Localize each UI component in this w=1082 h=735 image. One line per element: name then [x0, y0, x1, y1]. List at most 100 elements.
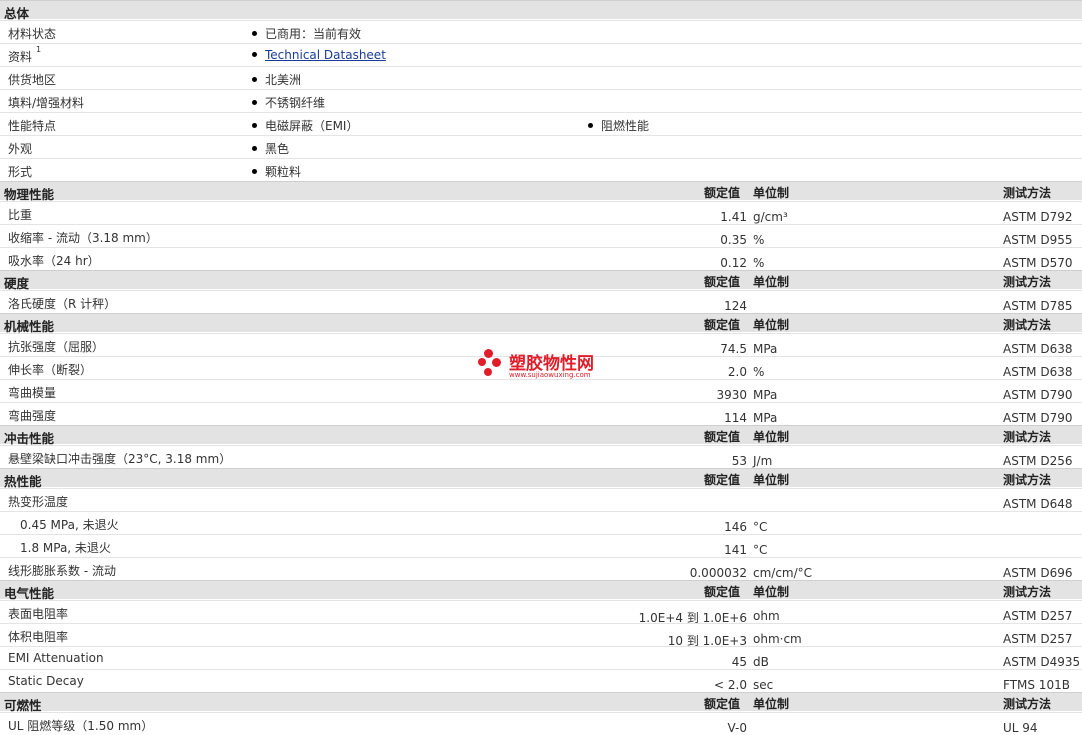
section-header-physical: 物理性能 额定值 单位制 测试方法: [0, 181, 1082, 202]
property-row: 体积电阻率 10 到 1.0E+3 ohm·cm ASTM D257: [0, 623, 1082, 648]
unit-value: cm/cm/°C: [753, 566, 813, 580]
col-header-unit: 单位制: [753, 697, 790, 711]
col-header-test-method: 测试方法: [1003, 186, 1052, 200]
property-label: 表面电阻率: [8, 607, 69, 621]
property-row: 热变形温度 ASTM D648: [0, 488, 1082, 511]
value-text: 不锈钢纤维: [265, 96, 326, 110]
property-label: 洛氏硬度（R 计秤）: [8, 297, 117, 311]
property-value-item: 黑色: [252, 140, 289, 157]
unit-value: %: [753, 256, 765, 270]
value-text: 电磁屏蔽（EMI）: [265, 119, 359, 133]
col-header-nominal: 额定值: [704, 275, 741, 289]
property-label: 填料/增强材料: [8, 96, 85, 110]
value-text: 颗粒料: [265, 165, 302, 179]
nominal-value: 1.41: [720, 210, 747, 224]
property-label: 比重: [8, 208, 33, 222]
col-header-nominal: 额定值: [704, 430, 741, 444]
unit-value: J/m: [753, 454, 773, 468]
property-row: 吸水率（24 hr） 0.12% ASTM D570: [0, 247, 1082, 270]
col-header-unit: 单位制: [753, 473, 790, 487]
property-label: 资料: [8, 50, 33, 64]
unit-value: ohm: [753, 609, 780, 623]
property-row: 表面电阻率 1.0E+4 到 1.0E+6 ohm ASTM D257: [0, 600, 1082, 625]
value-text: 北美洲: [265, 73, 302, 87]
footnote-marker: 1: [36, 45, 42, 54]
property-label: 性能特点: [8, 119, 57, 133]
property-value-item: 不锈钢纤维: [252, 94, 325, 111]
property-label: EMI Attenuation: [8, 651, 104, 665]
test-method: ASTM D257: [1003, 609, 1073, 623]
nominal-value: 74.5: [720, 342, 747, 356]
property-value-item: 已商用：当前有效: [252, 25, 361, 42]
unit-value: g/cm³: [753, 210, 788, 224]
test-method: UL 94: [1003, 721, 1038, 735]
property-label: 体积电阻率: [8, 630, 69, 644]
unit-value: °C: [753, 520, 768, 534]
test-method: ASTM D570: [1003, 256, 1073, 270]
test-method: ASTM D696: [1003, 566, 1073, 580]
section-header-flammability: 可燃性 额定值 单位制 测试方法: [0, 692, 1082, 713]
col-header-test-method: 测试方法: [1003, 318, 1052, 332]
col-header-nominal: 额定值: [704, 697, 741, 711]
unit-value: %: [753, 233, 765, 247]
unit-value: MPa: [753, 342, 778, 356]
test-method: ASTM D792: [1003, 210, 1073, 224]
bullet-icon: [588, 123, 593, 128]
col-header-unit: 单位制: [753, 585, 790, 599]
unit-value: sec: [753, 678, 774, 692]
nominal-value: < 2.0: [714, 678, 747, 692]
nominal-value: 53: [731, 454, 747, 468]
col-header-test-method: 测试方法: [1003, 585, 1052, 599]
watermark-logo: 塑胶物性网 www.sujiaowuxing.com: [478, 349, 618, 385]
unit-value: °C: [753, 543, 768, 557]
col-header-test-method: 测试方法: [1003, 430, 1052, 444]
nominal-value: 0.12: [720, 256, 747, 270]
property-value-item: 阻燃性能: [588, 117, 649, 134]
bullet-icon: [252, 52, 257, 57]
watermark-url: www.sujiaowuxing.com: [509, 371, 591, 379]
bullet-icon: [252, 77, 257, 82]
property-label: 材料状态: [8, 27, 57, 41]
test-method: ASTM D790: [1003, 411, 1073, 425]
property-label: 弯曲模量: [8, 386, 57, 400]
section-header-thermal: 热性能 额定值 单位制 测试方法: [0, 468, 1082, 489]
unit-value: MPa: [753, 411, 778, 425]
property-row: 0.45 MPa, 未退火 146 °C: [0, 511, 1082, 534]
property-row: 洛氏硬度（R 计秤） 124 ASTM D785: [0, 290, 1082, 313]
property-label: 悬壁梁缺口冲击强度（23°C, 3.18 mm）: [8, 452, 232, 466]
general-row: 供货地区 北美洲: [0, 66, 1082, 89]
col-header-nominal: 额定值: [704, 473, 741, 487]
property-value-item: Technical Datasheet: [252, 48, 386, 62]
value-text: 黑色: [265, 142, 290, 156]
property-value-item: 北美洲: [252, 71, 301, 88]
col-header-nominal: 额定值: [704, 318, 741, 332]
nominal-value: 124: [724, 299, 747, 313]
property-label: 热变形温度: [8, 495, 69, 509]
col-header-unit: 单位制: [753, 186, 790, 200]
test-method: ASTM D4935: [1003, 655, 1081, 669]
property-label: 1.8 MPa, 未退火: [20, 541, 111, 555]
section-header-impact: 冲击性能 额定值 单位制 测试方法: [0, 425, 1082, 446]
general-row: 形式 颗粒料: [0, 158, 1082, 181]
test-method: ASTM D638: [1003, 365, 1073, 379]
col-header-unit: 单位制: [753, 275, 790, 289]
section-header-general: 总体: [0, 0, 1082, 21]
test-method: ASTM D638: [1003, 342, 1073, 356]
test-method: ASTM D256: [1003, 454, 1073, 468]
property-row: 比重 1.41 g/cm³ ASTM D792: [0, 201, 1082, 224]
property-row: 线形膨胀系数 - 流动 0.000032 cm/cm/°C ASTM D696: [0, 557, 1082, 580]
property-label: UL 阻燃等级（1.50 mm）: [8, 719, 154, 733]
property-label: 伸长率（断裂）: [8, 363, 93, 377]
nominal-value: 45: [731, 655, 747, 669]
col-header-nominal: 额定值: [704, 186, 741, 200]
col-header-test-method: 测试方法: [1003, 697, 1052, 711]
col-header-test-method: 测试方法: [1003, 275, 1052, 289]
unit-value: dB: [753, 655, 769, 669]
property-row: EMI Attenuation 45 dB ASTM D4935: [0, 646, 1082, 669]
property-label: 抗张强度（屈服）: [8, 340, 105, 354]
nominal-value: 0.000032: [689, 566, 747, 580]
test-method: ASTM D790: [1003, 388, 1073, 402]
datasheet-link[interactable]: Technical Datasheet: [265, 48, 386, 62]
col-header-unit: 单位制: [753, 430, 790, 444]
property-row: 悬壁梁缺口冲击强度（23°C, 3.18 mm） 53 J/m ASTM D256: [0, 445, 1082, 468]
